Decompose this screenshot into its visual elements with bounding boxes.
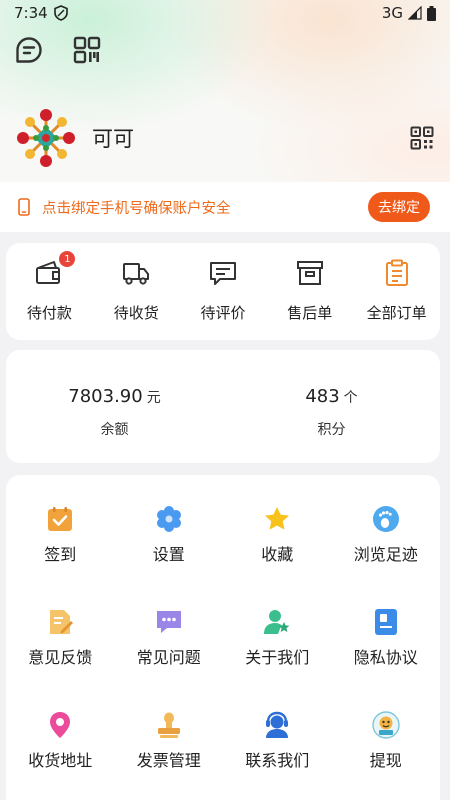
shield-icon [53,5,68,21]
phone-icon [18,198,30,216]
order-after-sales[interactable]: 售后单 [266,243,353,340]
order-label: 待评价 [200,304,246,322]
services-card: 签到 设置 收藏 浏览足迹 意见反馈 常见问题 关于我们 隐私协议 收货地址 发… [6,475,440,800]
order-label: 全部订单 [366,304,427,322]
chat-bubble-icon [155,608,183,636]
service-favorites[interactable]: 收藏 [223,505,332,608]
wallet-card: 7803.90 元 余额 483 个 积分 [6,350,440,463]
bind-phone-button[interactable]: 去绑定 [368,192,430,222]
avatar[interactable] [16,108,76,168]
network-type: 3G [381,4,403,22]
order-badge: 1 [59,251,76,267]
service-privacy[interactable]: 隐私协议 [332,608,441,711]
truck-icon [120,257,152,289]
service-faq[interactable]: 常见问题 [115,608,224,711]
bind-phone-banner[interactable]: 点击绑定手机号确保账户安全 去绑定 [0,182,450,232]
top-toolbar [14,35,102,65]
footprint-icon [372,505,400,533]
points-item[interactable]: 483 个 积分 [223,350,440,463]
privacy-doc-icon [372,608,400,636]
clipboard-icon [381,257,413,289]
service-label: 常见问题 [136,648,201,667]
message-icon[interactable] [14,35,44,65]
location-pin-icon [46,711,74,739]
signal-icon [408,6,422,20]
comment-icon [207,257,239,289]
headset-icon [263,711,291,739]
service-label: 意见反馈 [28,648,93,667]
order-pending-receipt[interactable]: 待收货 [93,243,180,340]
points-label: 积分 [317,422,346,438]
battery-icon [427,5,436,21]
service-label: 提现 [369,751,402,770]
points-value: 483 [305,386,340,407]
feedback-icon [46,608,74,636]
username: 可可 [92,127,134,151]
points-unit: 个 [343,390,358,406]
balance-value: 7803.90 [68,386,143,407]
service-label: 关于我们 [245,648,310,667]
balance-label: 余额 [100,422,129,438]
order-pending-review[interactable]: 待评价 [180,243,267,340]
qr-scan-icon[interactable] [72,35,102,65]
orders-card: 1 待付款 待收货 待评价 售后单 全部订单 [6,243,440,340]
service-label: 设置 [152,545,185,564]
service-label: 签到 [44,545,77,564]
service-label: 发票管理 [136,751,201,770]
service-contact[interactable]: 联系我们 [223,711,332,800]
order-label: 待付款 [26,304,72,322]
archive-box-icon [294,257,326,289]
star-icon [263,505,291,533]
service-invoice[interactable]: 发票管理 [115,711,224,800]
gear-icon [155,505,183,533]
profile-section[interactable]: 可可 [16,108,436,168]
service-label: 浏览足迹 [353,545,418,564]
wallet-icon: 1 [33,251,76,289]
status-bar: 7:34 3G [0,0,450,26]
calendar-check-icon [46,505,74,533]
service-settings[interactable]: 设置 [115,505,224,608]
balance-item[interactable]: 7803.90 元 余额 [6,350,223,463]
withdraw-icon [372,711,400,739]
user-star-icon [263,608,291,636]
service-label: 收藏 [261,545,294,564]
service-address[interactable]: 收货地址 [6,711,115,800]
service-history[interactable]: 浏览足迹 [332,505,441,608]
qr-code-icon[interactable] [410,126,434,150]
order-all[interactable]: 全部订单 [353,243,440,340]
stamp-icon [155,711,183,739]
service-label: 收货地址 [28,751,93,770]
status-time: 7:34 [14,4,48,22]
service-about[interactable]: 关于我们 [223,608,332,711]
order-label: 待收货 [113,304,159,322]
service-label: 联系我们 [245,751,310,770]
order-pending-payment[interactable]: 1 待付款 [6,243,93,340]
bind-phone-text: 点击绑定手机号确保账户安全 [42,200,231,217]
service-feedback[interactable]: 意见反馈 [6,608,115,711]
order-label: 售后单 [287,304,333,322]
balance-unit: 元 [146,390,161,406]
service-withdraw[interactable]: 提现 [332,711,441,800]
service-sign-in[interactable]: 签到 [6,505,115,608]
header-background [0,0,450,200]
service-label: 隐私协议 [353,648,418,667]
